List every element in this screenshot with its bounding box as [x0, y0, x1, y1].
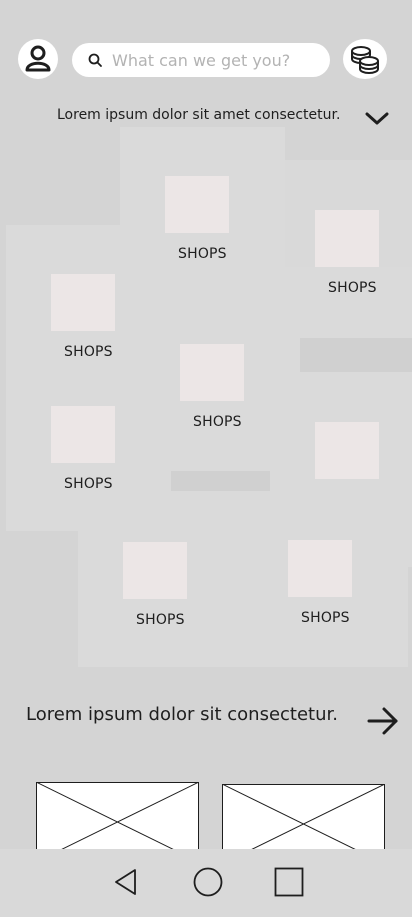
shop-item[interactable]: [313, 422, 393, 482]
shop-thumbnail: [315, 422, 379, 479]
shop-thumbnail: [165, 176, 229, 233]
shop-label: SHOPS: [64, 476, 113, 492]
nav-home-button[interactable]: [192, 867, 224, 899]
promo-text: Lorem ipsum dolor sit consectetur.: [26, 704, 338, 725]
shop-thumbnail: [315, 210, 379, 267]
shop-label: SHOPS: [193, 414, 242, 430]
shop-label: SHOPS: [301, 610, 350, 626]
shop-label: SHOPS: [178, 246, 227, 262]
shop-thumbnail: [180, 344, 244, 401]
search-placeholder: What can we get you?: [112, 51, 291, 70]
shop-item[interactable]: SHOPS: [162, 176, 242, 266]
nav-back-icon: [115, 869, 136, 895]
system-nav-bar: [0, 849, 412, 917]
chevron-down-icon: [365, 112, 389, 125]
shop-item[interactable]: SHOPS: [177, 344, 257, 434]
search-icon: [88, 53, 102, 67]
nav-recents-icon: [274, 867, 304, 897]
shop-item[interactable]: SHOPS: [120, 542, 200, 632]
shop-label: SHOPS: [64, 344, 113, 360]
shop-item[interactable]: SHOPS: [48, 274, 128, 364]
coins-button[interactable]: [343, 39, 387, 79]
expand-button[interactable]: [365, 111, 389, 130]
search-input[interactable]: What can we get you?: [72, 43, 330, 77]
shop-label: SHOPS: [136, 612, 185, 628]
arrow-right-icon: [367, 707, 398, 735]
shop-thumbnail: [51, 406, 115, 463]
subtitle-text: Lorem ipsum dolor sit amet consectetur.: [57, 107, 341, 123]
user-icon: [25, 45, 51, 72]
coins-icon: [351, 46, 379, 75]
nav-back-button[interactable]: [112, 867, 140, 897]
shop-thumbnail: [123, 542, 187, 599]
placeholder-bar: [171, 471, 270, 491]
promo-next-button[interactable]: [366, 706, 400, 740]
shop-item[interactable]: SHOPS: [285, 540, 365, 630]
shop-thumbnail: [288, 540, 352, 597]
shops-panel-mid: [120, 267, 412, 567]
profile-button[interactable]: [18, 39, 58, 79]
shop-thumbnail: [51, 274, 115, 331]
nav-home-icon: [193, 867, 223, 897]
nav-recents-button[interactable]: [274, 867, 304, 897]
shop-item[interactable]: SHOPS: [313, 210, 393, 300]
shop-item[interactable]: SHOPS: [48, 406, 128, 496]
shop-label: SHOPS: [328, 280, 377, 296]
placeholder-bar: [300, 338, 412, 372]
